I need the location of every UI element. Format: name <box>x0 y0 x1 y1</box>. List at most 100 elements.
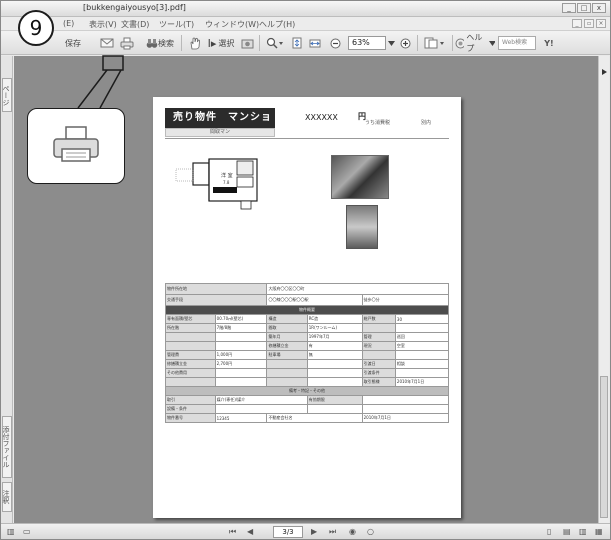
toolbar-separator <box>417 35 418 51</box>
table-row: 築年月 1997年7月 管理 巡回 <box>165 332 450 342</box>
zoom-dropdown-button[interactable] <box>386 35 396 51</box>
callout-number: 9 <box>18 10 54 46</box>
table-cell: 巡回 <box>394 332 450 342</box>
minimize-button[interactable]: _ <box>562 3 576 13</box>
last-page-button[interactable]: ⏭ <box>329 526 336 538</box>
menu-window[interactable]: ウィンドウ(W) <box>205 19 259 30</box>
table-cell: 引渡条件 <box>361 368 396 378</box>
table-cell: 管理費 <box>165 350 216 360</box>
table-cell: 12345 <box>214 413 268 423</box>
next-page-button[interactable]: ▶ <box>311 526 317 538</box>
acrobat-reader-window: [bukkengaiyousyo[3].pdf] _ □ x (E) 表示(V)… <box>0 0 611 540</box>
page-number-input[interactable]: 3/3 <box>273 526 303 538</box>
back-view-button[interactable]: ◉ <box>349 526 356 538</box>
table-cell: 取引態様 <box>361 377 396 387</box>
menu-view[interactable]: 表示(V) <box>89 19 117 30</box>
tab-pages[interactable]: ページ <box>2 78 12 112</box>
single-page-view-icon[interactable]: ▯ <box>547 526 551 538</box>
facing-view-icon[interactable]: ▥ <box>579 526 587 538</box>
zoom-input[interactable]: 63% <box>348 36 386 50</box>
chevron-down-icon <box>387 40 395 46</box>
table-cell <box>165 332 216 342</box>
yahoo-search-button[interactable]: Y! <box>541 35 557 51</box>
chevron-down-icon <box>489 40 495 46</box>
table-cell: 修繕積立金 <box>165 359 216 369</box>
first-page-button[interactable]: ⏮ <box>229 526 236 538</box>
zoom-in-button[interactable] <box>398 35 412 51</box>
page-size-icon: ▥ <box>7 527 15 536</box>
scroll-arrow-icon[interactable] <box>600 68 609 76</box>
table-row: 修繕積立金有 現況 空室 <box>165 341 450 351</box>
fit-page-button[interactable] <box>289 35 305 51</box>
table-cell <box>214 332 268 342</box>
table-cell: 設備・条件 <box>165 404 216 414</box>
snapshot-button[interactable] <box>239 35 255 51</box>
menu-tools[interactable]: ツール(T) <box>159 19 194 30</box>
doc-close-button[interactable]: × <box>596 19 606 28</box>
save-button[interactable]: 保存 <box>61 35 85 51</box>
document-title: 売り物件 マンション <box>165 108 275 143</box>
window-title: [bukkengaiyousyo[3].pdf] <box>83 3 186 12</box>
transport-value: 〇〇線〇〇〇駅〇〇駅 <box>266 294 363 306</box>
tab-comments[interactable]: 注釈 <box>2 482 12 512</box>
title-bar: [bukkengaiyousyo[3].pdf] _ □ x <box>1 1 610 17</box>
page-icon <box>292 37 302 49</box>
continuous-facing-view-icon[interactable]: ▦ <box>595 526 603 538</box>
table-cell <box>214 341 268 351</box>
search-label: 検索 <box>158 38 174 48</box>
doc-restore-button[interactable]: ▫ <box>584 19 594 28</box>
prev-page-button[interactable]: ◀ <box>247 526 253 538</box>
maximize-button[interactable]: □ <box>577 3 591 13</box>
table-cell: 構造 <box>266 314 308 324</box>
hand-tool-button[interactable] <box>187 35 203 51</box>
table-cell: 引渡日 <box>361 359 396 369</box>
help-label: ヘルプ <box>466 33 483 53</box>
tab-attachments[interactable]: 添付ファイル <box>2 416 12 478</box>
close-button[interactable]: x <box>592 3 606 13</box>
menu-document[interactable]: 文書(D) <box>121 19 149 30</box>
zoom-tool-button[interactable] <box>263 35 287 51</box>
print-button[interactable] <box>118 35 136 51</box>
table-cell <box>361 395 450 405</box>
price-value: XXXXXX <box>305 113 338 122</box>
forward-view-button[interactable]: ○ <box>367 526 374 538</box>
table-cell <box>214 404 308 414</box>
vertical-scrollbar[interactable] <box>598 56 609 523</box>
page-layout-button[interactable] <box>421 35 449 51</box>
table-cell: 無 <box>306 350 363 360</box>
scrollbar-thumb[interactable] <box>600 376 608 518</box>
web-search-input[interactable]: Web検索 <box>498 36 536 50</box>
table-cell: 所在階 <box>165 323 216 333</box>
select-tool-button[interactable]: Ⅰ▸ 選択 <box>205 35 237 51</box>
table-cell: 1R(ワンルーム) <box>306 323 363 333</box>
status-bar: ▥ ▭ ⏮ ◀ 3/3 ▶ ⏭ ◉ ○ ▯ ▤ ▥ ▦ <box>1 523 610 539</box>
fit-width-icon <box>309 39 321 48</box>
table-cell: 取引 <box>165 395 216 405</box>
table-cell: 専有面積/壁芯 <box>165 314 216 324</box>
table-cell: RC造 <box>306 314 363 324</box>
continuous-view-icon[interactable]: ▤ <box>563 526 571 538</box>
select-label: 選択 <box>218 38 235 48</box>
email-button[interactable] <box>98 35 116 51</box>
table-cell: 媒介(専任)/媒介 <box>214 395 308 405</box>
floor-plan-diagram: 洋 室 7.8 <box>175 158 258 210</box>
table-row: 管理費 1,000円 駐車場無 <box>165 350 450 360</box>
help-button[interactable]: ヘルプ <box>455 33 495 53</box>
menu-edit[interactable]: (E) <box>63 19 74 28</box>
table-cell <box>214 368 268 378</box>
table-cell: 物件番号 <box>165 413 216 423</box>
table-cell: 7階/8階 <box>214 323 268 333</box>
text-cursor-icon: Ⅰ▸ <box>207 36 217 50</box>
doc-minimize-button[interactable]: _ <box>572 19 582 28</box>
search-button[interactable]: 検索 <box>143 35 177 51</box>
price-note-2: 別内 <box>421 120 432 126</box>
table-cell: 2010年7月1日 <box>394 377 450 387</box>
fit-width-button[interactable] <box>307 35 323 51</box>
zoom-out-button[interactable] <box>328 35 342 51</box>
location-value: 大阪府〇〇区〇〇町 <box>266 283 449 295</box>
table-cell: 総戸数 <box>361 314 396 324</box>
table-cell: 2010年7月1日 <box>361 413 450 423</box>
table-cell: 間取 <box>266 323 308 333</box>
menu-help[interactable]: ヘルプ(H) <box>259 19 295 30</box>
table-cell <box>306 377 363 387</box>
